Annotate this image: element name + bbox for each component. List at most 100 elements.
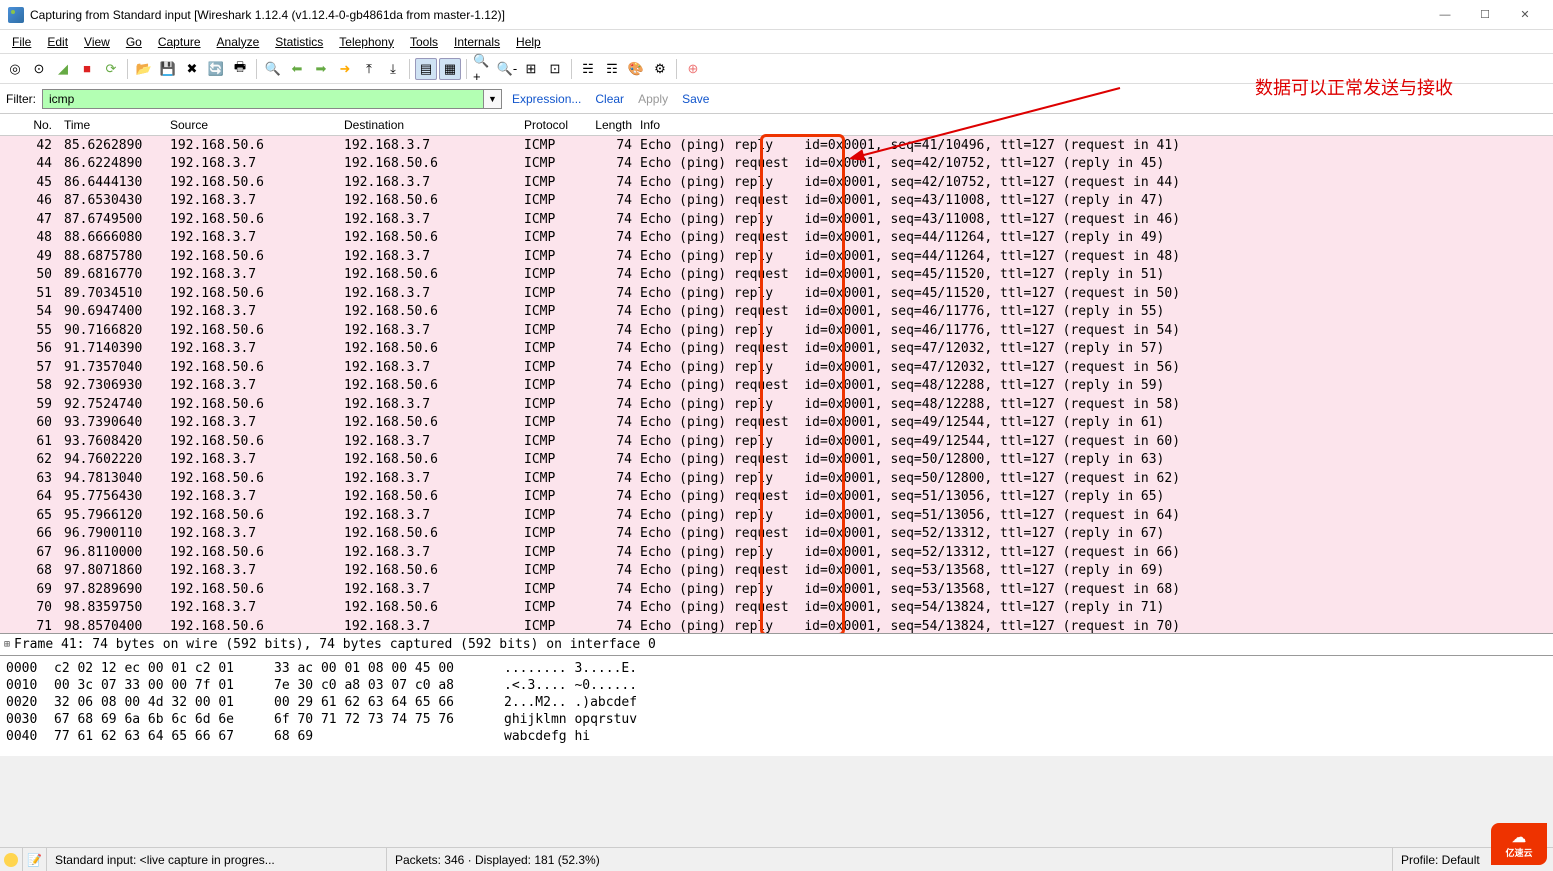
minimize-button[interactable]: — [1425,3,1465,27]
coloring-rules-icon[interactable]: 🎨 [625,58,647,80]
packet-row[interactable]: 5892.7306930192.168.3.7192.168.50.6ICMP7… [0,377,1553,396]
packet-row[interactable]: 4687.6530430192.168.3.7192.168.50.6ICMP7… [0,192,1553,211]
packet-row[interactable]: 6595.7966120192.168.50.6192.168.3.7ICMP7… [0,506,1553,525]
print-icon[interactable]: 🖶 [229,58,251,80]
save-file-icon[interactable]: 💾 [157,58,179,80]
save-filter-button[interactable]: Save [678,92,713,106]
packet-row[interactable]: 4787.6749500192.168.50.6192.168.3.7ICMP7… [0,210,1553,229]
menu-analyze[interactable]: Analyze [209,33,268,51]
stop-capture-icon[interactable]: ■ [76,58,98,80]
go-back-icon[interactable]: ⬅ [286,58,308,80]
menu-internals[interactable]: Internals [446,33,508,51]
menu-capture[interactable]: Capture [150,33,209,51]
hex-row: 001000 3c 07 33 00 00 7f 017e 30 c0 a8 0… [6,677,1547,694]
separator-icon [676,59,677,79]
preferences-icon[interactable]: ⚙ [649,58,671,80]
expression-button[interactable]: Expression... [508,92,585,106]
packet-row[interactable]: 6897.8071860192.168.3.7192.168.50.6ICMP7… [0,562,1553,581]
packet-row[interactable]: 6294.7602220192.168.3.7192.168.50.6ICMP7… [0,451,1553,470]
packet-row[interactable]: 6495.7756430192.168.3.7192.168.50.6ICMP7… [0,488,1553,507]
menu-file[interactable]: File [4,33,39,51]
auto-scroll-icon[interactable]: ▦ [439,58,461,80]
title-bar: Capturing from Standard input [Wireshark… [0,0,1553,30]
menu-view[interactable]: View [76,33,118,51]
packet-row[interactable]: 5189.7034510192.168.50.6192.168.3.7ICMP7… [0,284,1553,303]
watermark-badge: ☁ 亿速云 [1491,823,1547,865]
menu-bar: File Edit View Go Capture Analyze Statis… [0,30,1553,54]
start-capture-icon[interactable]: ◢ [52,58,74,80]
go-last-icon[interactable]: ⤓ [382,58,404,80]
filter-input[interactable] [42,89,484,109]
interfaces-icon[interactable]: ◎ [4,58,26,80]
colorize-icon[interactable]: ▤ [415,58,437,80]
col-header-protocol[interactable]: Protocol [520,117,586,133]
display-filters-icon[interactable]: ☶ [601,58,623,80]
status-source: Standard input: <live capture in progres… [47,848,387,871]
col-header-info[interactable]: Info [636,117,1537,133]
status-packets: Packets: 346 · Displayed: 181 (52.3%) [387,848,1393,871]
menu-tools[interactable]: Tools [402,33,446,51]
separator-icon [571,59,572,79]
packet-row[interactable]: 4988.6875780192.168.50.6192.168.3.7ICMP7… [0,247,1553,266]
packet-row[interactable]: 5490.6947400192.168.3.7192.168.50.6ICMP7… [0,303,1553,322]
apply-button[interactable]: Apply [634,92,672,106]
zoom-reset-icon[interactable]: ⊞ [520,58,542,80]
capture-filters-icon[interactable]: ☵ [577,58,599,80]
packet-header-row: No. Time Source Destination Protocol Len… [0,114,1553,136]
menu-edit[interactable]: Edit [39,33,76,51]
packet-row[interactable]: 7098.8359750192.168.3.7192.168.50.6ICMP7… [0,599,1553,618]
packet-row[interactable]: 4888.6666080192.168.3.7192.168.50.6ICMP7… [0,229,1553,248]
packet-row[interactable]: 4285.6262890192.168.50.6192.168.3.7ICMP7… [0,136,1553,155]
hex-row: 002032 06 08 00 4d 32 00 0100 29 61 62 6… [6,694,1547,711]
menu-help[interactable]: Help [508,33,549,51]
col-header-length[interactable]: Length [586,117,636,133]
packet-row[interactable]: 6394.7813040192.168.50.6192.168.3.7ICMP7… [0,469,1553,488]
packet-rows-container[interactable]: 4285.6262890192.168.50.6192.168.3.7ICMP7… [0,136,1553,634]
options-icon[interactable]: ⊙ [28,58,50,80]
zoom-in-icon[interactable]: 🔍+ [472,58,494,80]
go-first-icon[interactable]: ⤒ [358,58,380,80]
maximize-button[interactable]: ☐ [1465,3,1505,27]
col-header-time[interactable]: Time [60,117,166,133]
packet-row[interactable]: 4586.6444130192.168.50.6192.168.3.7ICMP7… [0,173,1553,192]
find-icon[interactable]: 🔍 [262,58,284,80]
packet-row[interactable]: 6696.7900110192.168.3.7192.168.50.6ICMP7… [0,525,1553,544]
packet-row[interactable]: 5089.6816770192.168.3.7192.168.50.6ICMP7… [0,266,1553,285]
close-button[interactable]: ✕ [1505,3,1545,27]
resize-columns-icon[interactable]: ⊡ [544,58,566,80]
packet-row[interactable]: 5791.7357040192.168.50.6192.168.3.7ICMP7… [0,358,1553,377]
packet-row[interactable]: 4486.6224890192.168.3.7192.168.50.6ICMP7… [0,155,1553,174]
wireshark-icon [8,7,24,23]
packet-row[interactable]: 6193.7608420192.168.50.6192.168.3.7ICMP7… [0,432,1553,451]
packet-row[interactable]: 5590.7166820192.168.50.6192.168.3.7ICMP7… [0,321,1553,340]
open-file-icon[interactable]: 📂 [133,58,155,80]
filter-dropdown-icon[interactable]: ▼ [484,89,502,109]
packet-detail-pane[interactable]: ⊞ Frame 41: 74 bytes on wire (592 bits),… [0,634,1553,656]
tree-expand-icon[interactable]: ⊞ [4,639,10,650]
packet-row[interactable]: 7198.8570400192.168.50.6192.168.3.7ICMP7… [0,617,1553,634]
hex-dump-pane[interactable]: 0000c2 02 12 ec 00 01 c2 0133 ac 00 01 0… [0,656,1553,756]
menu-go[interactable]: Go [118,33,150,51]
packet-row[interactable]: 6997.8289690192.168.50.6192.168.3.7ICMP7… [0,580,1553,599]
go-to-packet-icon[interactable]: ➜ [334,58,356,80]
expert-info-icon[interactable] [4,853,18,867]
packet-row[interactable]: 5691.7140390192.168.3.7192.168.50.6ICMP7… [0,340,1553,359]
edit-capture-icon[interactable]: 📝 [27,853,42,867]
go-forward-icon[interactable]: ➡ [310,58,332,80]
restart-capture-icon[interactable]: ⟳ [100,58,122,80]
packet-row[interactable]: 6093.7390640192.168.3.7192.168.50.6ICMP7… [0,414,1553,433]
reload-icon[interactable]: 🔄 [205,58,227,80]
col-header-source[interactable]: Source [166,117,340,133]
close-file-icon[interactable]: ✖ [181,58,203,80]
zoom-out-icon[interactable]: 🔍- [496,58,518,80]
menu-statistics[interactable]: Statistics [267,33,331,51]
col-header-destination[interactable]: Destination [340,117,520,133]
help-icon[interactable]: ⊕ [682,58,704,80]
frame-summary: Frame 41: 74 bytes on wire (592 bits), 7… [14,637,656,652]
separator-icon [409,59,410,79]
clear-button[interactable]: Clear [591,92,628,106]
packet-row[interactable]: 5992.7524740192.168.50.6192.168.3.7ICMP7… [0,395,1553,414]
packet-row[interactable]: 6796.8110000192.168.50.6192.168.3.7ICMP7… [0,543,1553,562]
col-header-no[interactable]: No. [0,117,60,133]
menu-telephony[interactable]: Telephony [331,33,402,51]
